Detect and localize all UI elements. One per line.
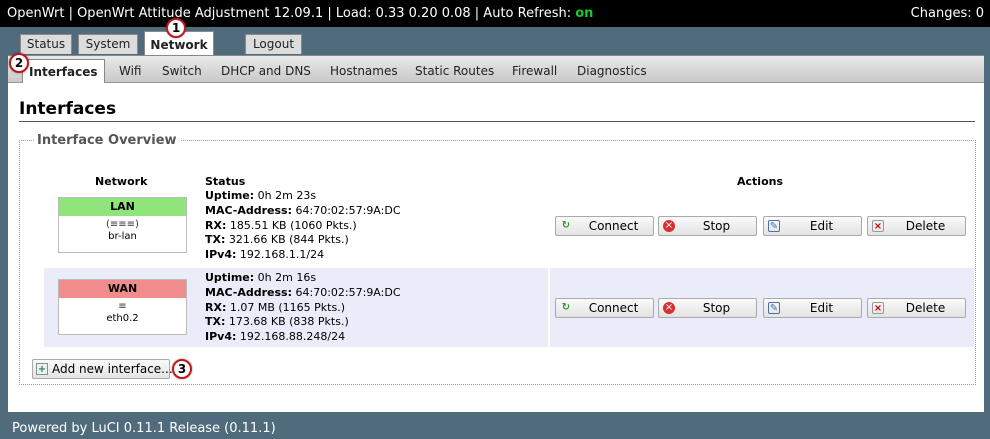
value-tx: 173.68 KB (838 Pkts.) <box>228 315 349 329</box>
refresh-icon: ↻ <box>561 302 571 313</box>
delete-button-lan[interactable]: × Delete <box>867 216 966 236</box>
subtab-static-routes[interactable]: Static Routes <box>415 64 494 78</box>
label-uptime: Uptime: <box>205 271 255 284</box>
main-content: Interfaces Interface Overview Network St… <box>8 83 984 412</box>
device-name-lan: br-lan <box>108 231 137 242</box>
header-info: OpenWrt | OpenWrt Attitude Adjustment 12… <box>7 6 576 21</box>
stop-button-lan[interactable]: × Stop <box>658 216 757 236</box>
edit-button-lan[interactable]: ✎ Edit <box>763 216 862 236</box>
edit-button-wan[interactable]: ✎ Edit <box>763 298 862 318</box>
tab-logout[interactable]: Logout <box>245 34 302 54</box>
value-uptime: 0h 2m 23s <box>257 189 317 202</box>
stop-label: Stop <box>702 219 731 233</box>
sub-tab-bar: Interfaces Wifi Switch DHCP and DNS Host… <box>8 55 984 83</box>
connect-label: Connect <box>588 219 639 233</box>
bridge-icon: (≡≡≡) <box>106 219 139 230</box>
stop-icon: × <box>663 220 675 232</box>
subtab-dhcp-dns[interactable]: DHCP and DNS <box>221 64 311 78</box>
network-name-lan: LAN <box>59 198 186 216</box>
page-title: Interfaces <box>19 99 117 119</box>
subtab-wifi[interactable]: Wifi <box>119 64 142 78</box>
interface-overview-section <box>19 140 976 385</box>
add-interface-label: Add new interface... <box>52 362 173 376</box>
value-ipv4: 192.168.88.248/24 <box>239 330 346 344</box>
ethernet-icon: ≡ <box>118 301 127 312</box>
subtab-hostnames[interactable]: Hostnames <box>330 64 398 78</box>
network-card-lan[interactable]: LAN (≡≡≡) br-lan <box>58 197 187 253</box>
label-uptime: Uptime: <box>205 189 255 202</box>
subtab-firewall[interactable]: Firewall <box>512 64 557 78</box>
row-separator <box>548 268 550 347</box>
auto-refresh-toggle[interactable]: on <box>575 6 593 21</box>
label-rx: RX: <box>205 300 227 314</box>
label-mac: MAC-Address: <box>205 285 292 299</box>
tab-system[interactable]: System <box>78 34 138 54</box>
label-tx: TX: <box>205 233 226 247</box>
value-mac: 64:70:02:57:9A:DC <box>295 203 401 217</box>
footer: Powered by LuCI 0.11.1 Release (0.11.1) <box>12 421 276 436</box>
delete-label: Delete <box>905 219 946 233</box>
value-uptime: 0h 2m 16s <box>257 271 317 284</box>
column-status: Status <box>205 175 246 188</box>
stop-icon: × <box>663 302 675 314</box>
connect-button-lan[interactable]: ↻ Connect <box>555 216 654 236</box>
column-network: Network <box>95 175 148 188</box>
edit-icon: ✎ <box>768 220 780 232</box>
label-rx: RX: <box>205 218 227 232</box>
stop-label: Stop <box>702 301 731 315</box>
edit-icon: ✎ <box>768 302 780 314</box>
callout-badge-1: 1 <box>166 18 186 38</box>
edit-label: Edit <box>809 301 834 315</box>
add-icon: + <box>36 363 48 375</box>
delete-label: Delete <box>905 301 946 315</box>
device-name-wan: eth0.2 <box>106 313 139 324</box>
connect-button-wan[interactable]: ↻ Connect <box>555 298 654 318</box>
stop-button-wan[interactable]: × Stop <box>658 298 757 318</box>
callout-badge-2: 2 <box>9 53 29 73</box>
top-header: OpenWrt | OpenWrt Attitude Adjustment 12… <box>0 0 990 27</box>
status-lan: Uptime: 0h 2m 23s MAC-Address: 64:70:02:… <box>205 189 401 263</box>
value-ipv4: 192.168.1.1/24 <box>239 248 325 262</box>
refresh-icon: ↻ <box>561 220 571 231</box>
delete-button-wan[interactable]: × Delete <box>867 298 966 318</box>
section-legend: Interface Overview <box>34 133 180 148</box>
label-ipv4: IPv4: <box>205 248 237 262</box>
delete-icon: × <box>872 220 884 232</box>
network-card-wan[interactable]: WAN ≡ eth0.2 <box>58 279 187 335</box>
header-status-line: OpenWrt | OpenWrt Attitude Adjustment 12… <box>7 6 593 21</box>
value-rx: 185.51 KB (1060 Pkts.) <box>229 218 357 232</box>
subtab-interfaces[interactable]: Interfaces <box>22 59 105 83</box>
value-tx: 321.66 KB (844 Pkts.) <box>228 233 349 247</box>
tab-status[interactable]: Status <box>20 34 72 54</box>
connect-label: Connect <box>588 301 639 315</box>
callout-badge-3: 3 <box>172 359 192 379</box>
network-name-wan: WAN <box>59 280 186 298</box>
edit-label: Edit <box>809 219 834 233</box>
label-ipv4: IPv4: <box>205 330 237 344</box>
changes-counter[interactable]: Changes: 0 <box>911 6 984 21</box>
label-mac: MAC-Address: <box>205 203 292 217</box>
subtab-diagnostics[interactable]: Diagnostics <box>577 64 647 78</box>
delete-icon: × <box>872 302 884 314</box>
subtab-switch[interactable]: Switch <box>162 64 202 78</box>
label-tx: TX: <box>205 315 226 329</box>
add-interface-button[interactable]: + Add new interface... <box>32 359 173 379</box>
value-mac: 64:70:02:57:9A:DC <box>295 285 401 299</box>
title-divider <box>19 121 975 122</box>
value-rx: 1.07 MB (1165 Pkts.) <box>229 300 345 314</box>
status-wan: Uptime: 0h 2m 16s MAC-Address: 64:70:02:… <box>205 271 401 345</box>
column-actions: Actions <box>737 175 783 188</box>
